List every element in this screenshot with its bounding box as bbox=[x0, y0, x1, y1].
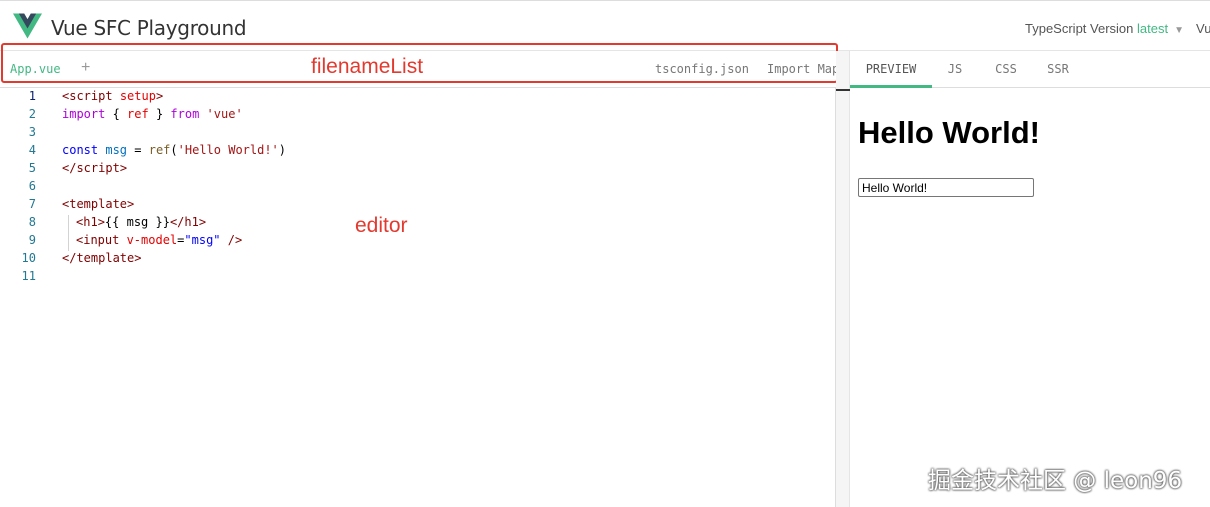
code-token: > bbox=[198, 215, 207, 229]
line-number: 11 bbox=[21, 269, 36, 283]
code-token: const bbox=[62, 143, 99, 157]
code-line: 5 </script> bbox=[0, 161, 836, 179]
code-line: 6 bbox=[0, 179, 836, 197]
output-tab-bar: PREVIEW JS CSS SSR bbox=[850, 51, 1210, 88]
line-number: 2 bbox=[28, 107, 36, 121]
file-tab-app-vue[interactable]: App.vue bbox=[10, 62, 61, 76]
code-token: script bbox=[76, 161, 120, 175]
add-file-button[interactable]: + bbox=[81, 59, 90, 77]
watermark-text: 掘金技术社区 @ leon96 bbox=[928, 468, 1183, 494]
code-token: template bbox=[76, 251, 135, 265]
line-number: 4 bbox=[28, 143, 36, 157]
line-number: 10 bbox=[21, 251, 36, 265]
tab-ssr[interactable]: SSR bbox=[1040, 51, 1076, 88]
code-line: 7 <template> bbox=[0, 197, 836, 215]
code-token: > bbox=[134, 251, 142, 265]
code-token: h1 bbox=[184, 215, 199, 229]
code-token: > bbox=[155, 89, 164, 103]
pane-splitter[interactable] bbox=[836, 51, 850, 507]
ts-version-value: latest bbox=[1137, 21, 1169, 36]
code-line: 1 <script setup> bbox=[0, 89, 836, 107]
ts-version-label: TypeScript Version bbox=[1025, 21, 1134, 36]
code-line: 3 bbox=[0, 125, 836, 143]
line-number: 1 bbox=[28, 89, 36, 103]
code-token: {{ msg }} bbox=[104, 215, 170, 229]
code-token: "msg" bbox=[184, 233, 221, 247]
app-title: Vue SFC Playground bbox=[51, 16, 247, 40]
code-token: > bbox=[119, 161, 128, 175]
editor-annotation: editor bbox=[355, 214, 408, 237]
code-token: from bbox=[170, 107, 200, 121]
vue-logo-icon[interactable] bbox=[13, 13, 42, 39]
code-line: 9 <input v-model="msg" /> bbox=[0, 233, 836, 251]
vue-version-select[interactable]: Vu bbox=[1196, 21, 1210, 36]
code-token: ( bbox=[170, 143, 178, 157]
tab-preview[interactable]: PREVIEW bbox=[850, 51, 932, 88]
app-header: Vue SFC Playground TypeScript Version la… bbox=[0, 0, 1210, 51]
code-token: msg bbox=[98, 143, 128, 157]
tab-css[interactable]: CSS bbox=[988, 51, 1024, 88]
code-token: script bbox=[69, 89, 113, 103]
line-number: 7 bbox=[28, 197, 36, 211]
code-token: > bbox=[127, 197, 135, 211]
scroll-position-marker bbox=[836, 89, 850, 91]
code-token: import bbox=[62, 107, 106, 121]
code-token: /> bbox=[220, 233, 243, 247]
code-token: ref bbox=[148, 143, 171, 157]
code-token: template bbox=[69, 197, 128, 211]
code-line: 4 const msg = ref('Hello World!') bbox=[0, 143, 836, 161]
code-token: } bbox=[148, 107, 171, 121]
code-line: 11 bbox=[0, 269, 836, 287]
code-token: input bbox=[83, 233, 120, 247]
file-tab-import-map[interactable]: Import Map bbox=[767, 62, 839, 76]
code-token: </ bbox=[62, 251, 77, 265]
code-token: v-model bbox=[119, 233, 178, 247]
code-token: </ bbox=[169, 215, 185, 229]
code-token: = bbox=[127, 143, 149, 157]
line-number: 3 bbox=[28, 125, 36, 139]
code-token: ref bbox=[127, 107, 149, 121]
tab-js[interactable]: JS bbox=[938, 51, 972, 88]
filename-list-annotation: filenameList bbox=[311, 55, 424, 78]
code-line: 2 import { ref } from 'vue' bbox=[0, 107, 836, 125]
code-token: 'vue' bbox=[199, 107, 243, 121]
code-token: 'Hello World!' bbox=[177, 143, 279, 157]
line-number: 9 bbox=[28, 233, 36, 247]
code-token: { bbox=[105, 107, 128, 121]
preview-heading: Hello World! bbox=[858, 115, 1040, 150]
output-pane: PREVIEW JS CSS SSR Hello World! bbox=[850, 51, 1210, 507]
code-token: h1 bbox=[83, 215, 98, 229]
code-line: 8 <h1>{{ msg }}</h1> bbox=[0, 215, 836, 233]
code-line: 10 </template> bbox=[0, 251, 836, 269]
code-token: ) bbox=[278, 143, 287, 157]
typescript-version-select[interactable]: TypeScript Version latest ▼ bbox=[1025, 21, 1184, 36]
line-number: 6 bbox=[28, 179, 36, 193]
code-token: setup bbox=[112, 89, 156, 103]
line-number: 5 bbox=[28, 161, 36, 175]
caret-down-icon: ▼ bbox=[1174, 25, 1184, 36]
code-token: </ bbox=[62, 161, 77, 175]
line-number: 8 bbox=[28, 215, 36, 229]
file-tab-tsconfig[interactable]: tsconfig.json bbox=[655, 62, 749, 76]
preview-text-input[interactable] bbox=[858, 178, 1034, 197]
code-token: > bbox=[97, 215, 105, 229]
